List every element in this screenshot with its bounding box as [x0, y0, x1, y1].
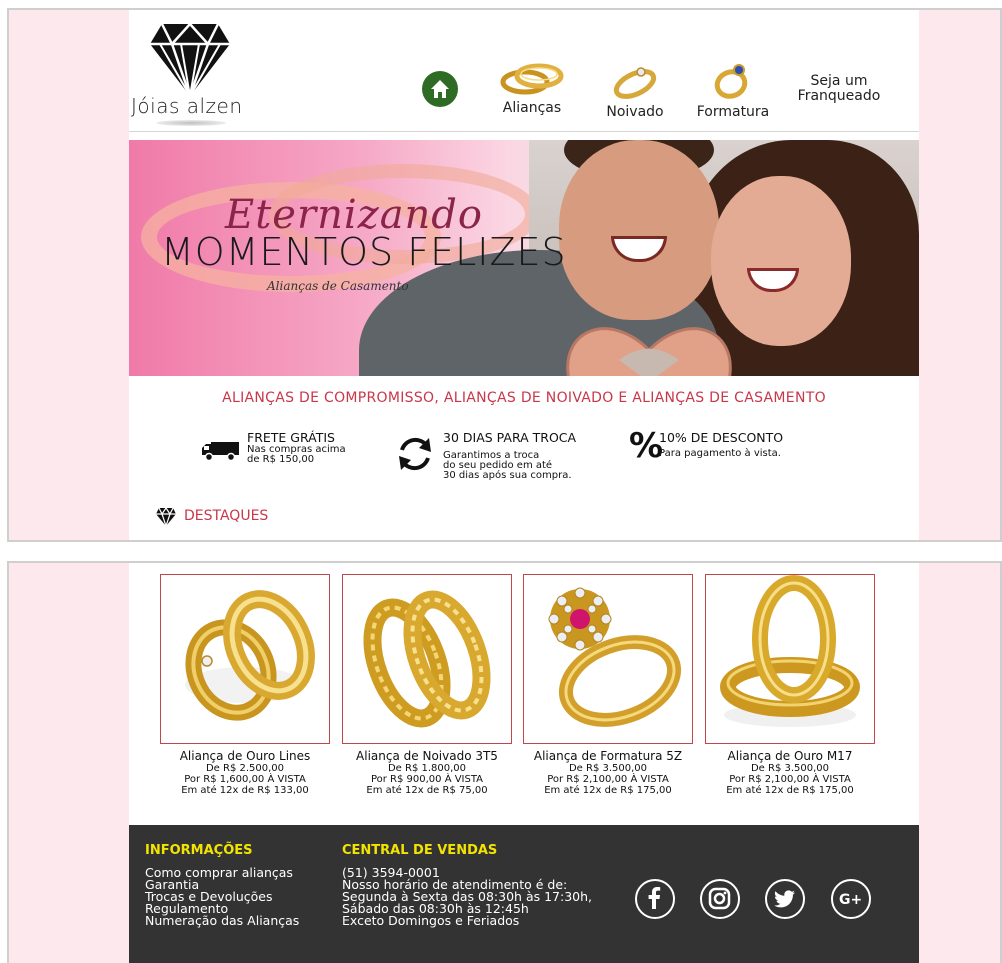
product-installments: Em até 12x de R$ 175,00 [544, 785, 672, 796]
logo-shadow [156, 120, 226, 126]
product-name[interactable]: Aliança de Ouro M17 [705, 749, 875, 763]
delivery-truck-icon [202, 442, 239, 462]
nav-item-noivado[interactable]: Noivado [603, 60, 667, 120]
footer-sales-title: CENTRAL DE VENDAS [342, 843, 498, 858]
product-name[interactable]: Aliança de Ouro Lines [160, 749, 330, 763]
brand-name: Jóias alzen [131, 94, 243, 118]
twitter-button[interactable] [765, 879, 805, 919]
facebook-icon [648, 887, 661, 909]
nav-item-aliancas[interactable]: Alianças [497, 60, 567, 116]
product-image[interactable] [160, 574, 330, 744]
footer-info-title: INFORMAÇÕES [145, 843, 253, 858]
diamond-logo-icon [150, 22, 230, 98]
product-original-price: De R$ 1.800,00 [387, 763, 467, 774]
gold-rings-image [720, 575, 860, 727]
footer-hours-line: Exceto Domingos e Feriados [342, 913, 520, 928]
product-card[interactable]: Aliança de Ouro M17 De R$ 3.500,00 Por R… [705, 574, 875, 796]
google-plus-icon: G+ [839, 892, 862, 908]
product-card[interactable]: Aliança de Noivado 3T5 De R$ 1.800,00 Po… [342, 574, 512, 796]
nav-item-franchise[interactable]: Seja um Franqueado [793, 74, 885, 104]
gold-rings-image [185, 590, 315, 721]
twitter-icon [774, 890, 795, 908]
page-content: Jóias alzen Alianças Noivado Formatura S… [129, 10, 919, 540]
product-original-price: De R$ 3.500,00 [568, 763, 648, 774]
nav-label-formatura: Formatura [696, 104, 770, 120]
page-tagline: ALIANÇAS DE COMPROMISSO, ALIANÇAS DE NOI… [222, 390, 826, 406]
footer-info-links: Como comprar alianças Garantia Trocas e … [145, 866, 299, 927]
product-installments: Em até 12x de R$ 75,00 [366, 785, 488, 796]
product-cash-price: Por R$ 1,600,00 À VISTA [184, 774, 306, 785]
engagement-ring-icon [613, 67, 657, 99]
product-cash-price: Por R$ 2,100,00 À VISTA [547, 774, 669, 785]
home-icon [431, 80, 449, 98]
site-footer: INFORMAÇÕES Como comprar alianças Garant… [129, 825, 919, 963]
product-cash-price: Por R$ 900,00 À VISTA [370, 774, 484, 785]
product-card[interactable]: Aliança de Ouro Lines De R$ 2.500,00 Por… [160, 574, 330, 796]
bottom-screenshot-panel: Aliança de Ouro Lines De R$ 2.500,00 Por… [7, 561, 1002, 963]
feature-desc-line: 30 dias após sua compra. [443, 470, 572, 481]
feature-desc-line: Para pagamento à vista. [659, 448, 781, 459]
banner-subtitle: Alianças de Casamento [267, 279, 409, 293]
franchise-line-1: Seja um [810, 73, 868, 89]
product-cash-price: Por R$ 2,100,00 À VISTA [729, 774, 851, 785]
feature-title: FRETE GRÁTIS [247, 430, 335, 445]
nav-label-aliancas: Alianças [502, 100, 562, 116]
product-installments: Em até 12x de R$ 133,00 [181, 785, 309, 796]
header-divider [129, 131, 919, 132]
graduation-ring-icon [714, 64, 748, 99]
svg-text:G+: G+ [839, 892, 862, 908]
home-button[interactable] [422, 71, 458, 107]
top-screenshot-panel: Jóias alzen Alianças Noivado Formatura S… [7, 8, 1002, 542]
nav-item-formatura[interactable]: Formatura [691, 60, 775, 120]
product-original-price: De R$ 2.500,00 [205, 763, 285, 774]
franchise-line-2: Franqueado [797, 88, 881, 104]
wedding-rings-icon [500, 63, 564, 95]
page-content: Aliança de Ouro Lines De R$ 2.500,00 Por… [129, 563, 919, 963]
product-name[interactable]: Aliança de Formatura 5Z [523, 749, 693, 763]
section-title: DESTAQUES [184, 508, 269, 524]
feature-title: 10% DE DESCONTO [659, 430, 784, 445]
product-image[interactable] [523, 574, 693, 744]
nav-label-noivado: Noivado [606, 104, 664, 120]
product-name[interactable]: Aliança de Noivado 3T5 [342, 749, 512, 763]
graduation-ring-image [548, 587, 682, 727]
facebook-button[interactable] [635, 879, 675, 919]
product-original-price: De R$ 3.500,00 [750, 763, 830, 774]
google-plus-button[interactable]: G+ [831, 879, 871, 919]
product-image[interactable] [342, 574, 512, 744]
gold-rings-image [363, 590, 491, 728]
diamond-icon [156, 506, 176, 528]
product-card[interactable]: Aliança de Formatura 5Z De R$ 3.500,00 P… [523, 574, 693, 796]
banner-title: MOMENTOS FELIZES [161, 230, 567, 274]
percent-icon: % [629, 426, 664, 466]
instagram-icon [708, 887, 731, 910]
footer-sales-info: (51) 3594-0001 Nosso horário de atendime… [342, 866, 592, 928]
product-installments: Em até 12x de R$ 175,00 [726, 785, 854, 796]
brand-logo[interactable]: Jóias alzen [131, 20, 251, 126]
footer-link[interactable]: Numeração das Alianças [145, 914, 299, 927]
hero-banner[interactable]: Eternizando MOMENTOS FELIZES Alianças de… [129, 140, 919, 376]
feature-desc-line: de R$ 150,00 [247, 454, 315, 465]
instagram-button[interactable] [700, 879, 740, 919]
heart-hands-graphic [566, 327, 732, 376]
feature-title: 30 DIAS PARA TROCA [443, 430, 577, 445]
product-image[interactable] [705, 574, 875, 744]
refresh-arrows-icon [399, 437, 431, 471]
